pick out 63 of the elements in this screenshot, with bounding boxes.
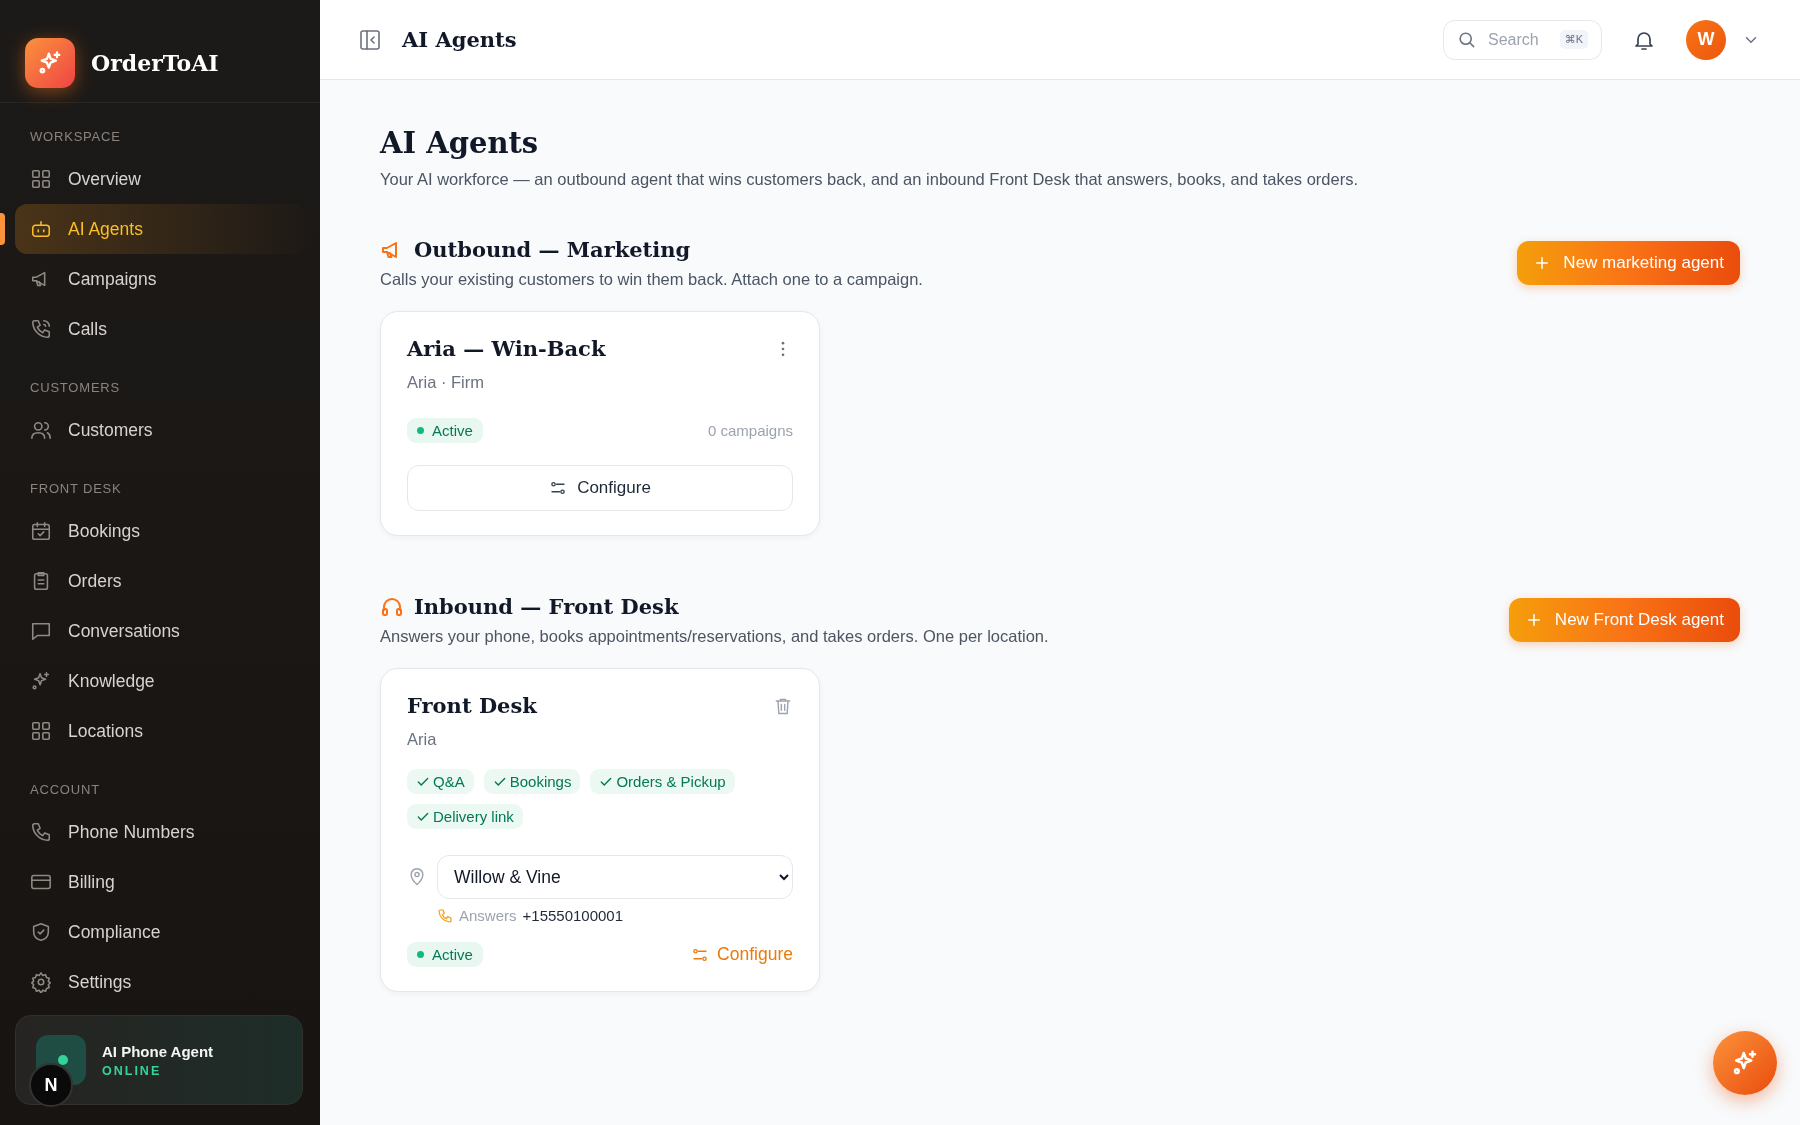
sparkle-icon bbox=[30, 670, 52, 692]
agent-name: Front Desk bbox=[407, 693, 537, 718]
section-label: CUSTOMERS bbox=[29, 379, 122, 397]
section-description: Answers your phone, books appointments/reservations, and takes orders. One per location. bbox=[380, 627, 1049, 646]
nav-item[interactable]: Settings bbox=[15, 957, 305, 1007]
phone-icon bbox=[437, 907, 453, 924]
calendar-icon bbox=[30, 520, 52, 542]
users-icon bbox=[30, 419, 52, 441]
page-subtitle: Your AI workforce — an outbound agent that wins customers back, and an inbound Front Desk that answers, books, and takes orders. bbox=[380, 170, 1360, 189]
nav-item[interactable]: Bookings bbox=[15, 506, 305, 556]
sidebar-toggle-icon[interactable] bbox=[358, 27, 382, 52]
answers-label: Answers bbox=[459, 907, 517, 924]
search-icon bbox=[1457, 29, 1476, 49]
assistant-button[interactable] bbox=[1713, 1031, 1777, 1095]
status-badge: Active bbox=[407, 942, 483, 967]
section-label: WORKSPACE bbox=[29, 128, 122, 146]
campaign-count: 0 campaigns bbox=[707, 422, 793, 439]
agent-status-card[interactable]: AI Phone Agent ONLINE N bbox=[15, 1015, 303, 1105]
nav-item[interactable]: Phone Numbers bbox=[15, 807, 305, 857]
nav-item[interactable]: Knowledge bbox=[15, 656, 305, 706]
agent-voice: Aria bbox=[407, 730, 438, 749]
dev-tools-badge[interactable]: N bbox=[29, 1063, 73, 1107]
nav-item[interactable]: Calls bbox=[15, 304, 305, 354]
shield-icon bbox=[30, 921, 52, 943]
section-title: Outbound — Marketing bbox=[414, 237, 691, 262]
gear-icon bbox=[30, 971, 52, 993]
nav-item[interactable]: Customers bbox=[15, 405, 305, 455]
sliders-icon bbox=[549, 479, 568, 497]
section-label: FRONT DESK bbox=[29, 480, 123, 498]
capability-tag: Q&A bbox=[407, 769, 474, 794]
nav-item[interactable]: Locations bbox=[15, 706, 305, 756]
nav-item[interactable]: Orders bbox=[15, 556, 305, 606]
status-badge: Active bbox=[407, 418, 483, 443]
agent-name: Aria — Win-Back bbox=[407, 336, 606, 361]
configure-button[interactable]: Configure bbox=[407, 465, 793, 511]
agent-status-label: ONLINE bbox=[102, 1063, 163, 1078]
agent-status-title: AI Phone Agent bbox=[102, 1042, 214, 1060]
logo-icon bbox=[25, 38, 75, 88]
location-select[interactable]: Willow & Vine bbox=[437, 855, 793, 899]
capability-tag: Delivery link bbox=[407, 804, 523, 829]
nav-item[interactable]: Compliance bbox=[15, 907, 305, 957]
section-label: ACCOUNT bbox=[29, 781, 101, 799]
location-pin-icon bbox=[407, 867, 427, 887]
agent-voice: Aria · Firm bbox=[407, 373, 485, 392]
nav-item[interactable]: Campaigns bbox=[15, 254, 305, 304]
phonecall-icon bbox=[30, 318, 52, 340]
chat-icon bbox=[30, 620, 52, 642]
phone-number: +15550100001 bbox=[522, 907, 624, 924]
nav-item[interactable]: Overview bbox=[15, 154, 305, 204]
capability-tag: Orders & Pickup bbox=[590, 769, 735, 794]
capability-tag: Bookings bbox=[483, 769, 581, 794]
section-description: Calls your existing customers to win them back. Attach one to a campaign. bbox=[380, 270, 923, 289]
nav-item[interactable]: Billing bbox=[15, 857, 305, 907]
grid-icon bbox=[30, 720, 52, 742]
brand-name: OrderToAI bbox=[91, 50, 219, 76]
active-indicator bbox=[0, 213, 5, 245]
page-title: AI Agents bbox=[380, 126, 540, 160]
nav-item[interactable]: Conversations bbox=[15, 606, 305, 656]
phone-icon bbox=[30, 821, 52, 843]
grid-icon bbox=[30, 168, 52, 190]
bot-icon bbox=[30, 218, 52, 240]
section-title: Inbound — Front Desk bbox=[414, 594, 679, 619]
header-title: AI Agents bbox=[402, 27, 517, 52]
